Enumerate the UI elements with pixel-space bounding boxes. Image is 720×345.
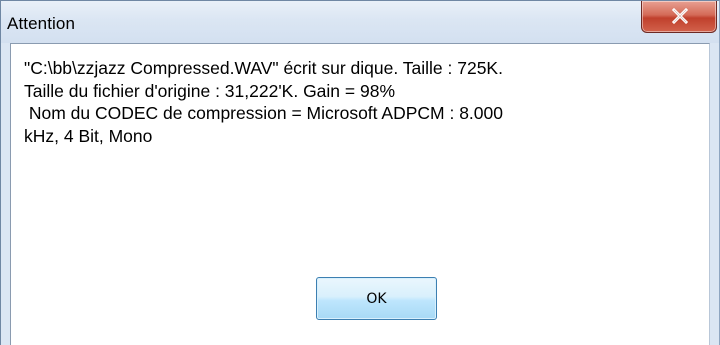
- ok-button[interactable]: OK: [316, 277, 437, 320]
- message-line: Nom du CODEC de compression = Microsoft …: [24, 103, 503, 123]
- ok-button-label: OK: [366, 290, 387, 307]
- message-line: Taille du fichier d'origine : 31,222'K. …: [24, 80, 396, 101]
- attention-dialog: Attention "C:\bb\zzjazz Compressed.WAV" …: [0, 0, 720, 345]
- message-text: "C:\bb\zzjazz Compressed.WAV" écrit sur …: [24, 57, 714, 147]
- dialog-body: "C:\bb\zzjazz Compressed.WAV" écrit sur …: [10, 43, 710, 345]
- close-button[interactable]: [641, 1, 717, 33]
- title-bar[interactable]: Attention: [1, 1, 719, 43]
- message-line: kHz, 4 Bit, Mono: [24, 125, 153, 146]
- dialog-title: Attention: [7, 14, 76, 33]
- close-x-icon: [671, 8, 689, 24]
- message-line: "C:\bb\zzjazz Compressed.WAV" écrit sur …: [24, 58, 503, 78]
